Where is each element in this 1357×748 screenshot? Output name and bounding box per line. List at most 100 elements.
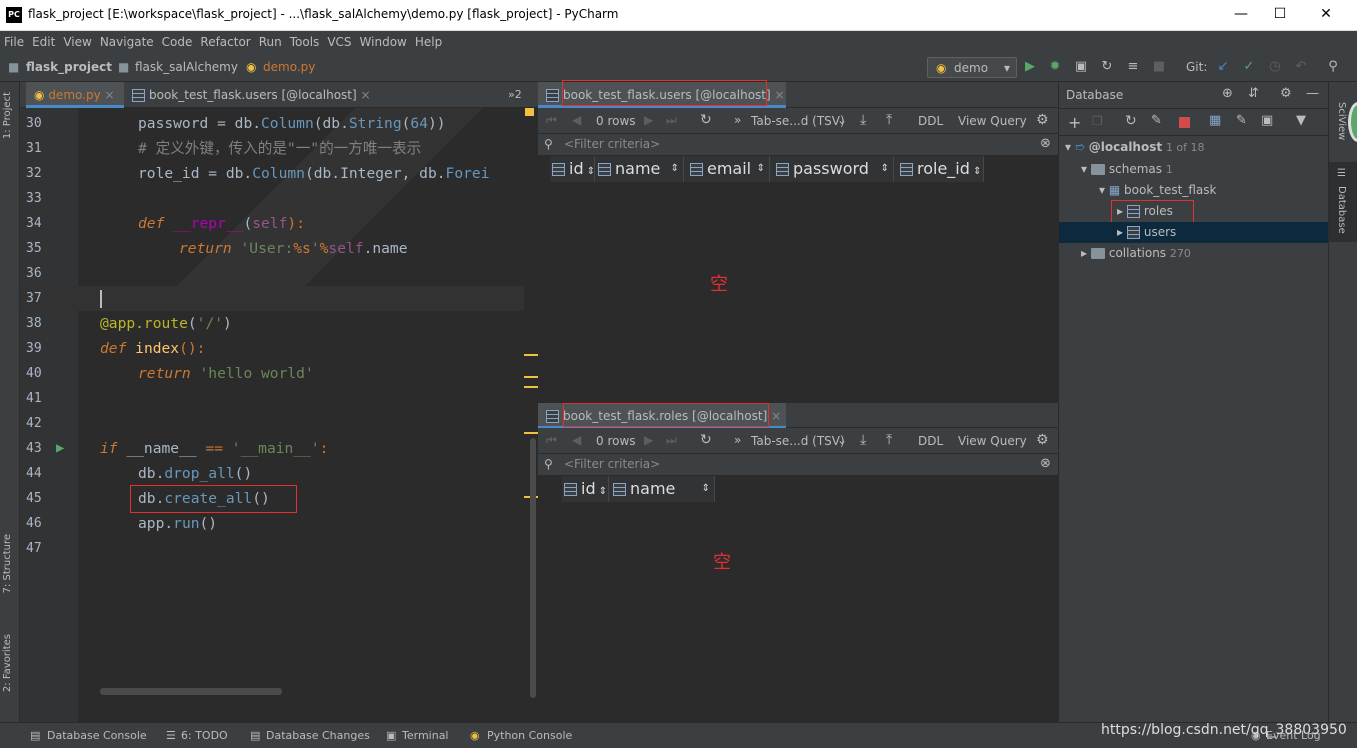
tree-node-roles[interactable]: ▸ roles <box>1117 204 1173 218</box>
stop-icon[interactable] <box>1179 117 1190 128</box>
column-header-name[interactable]: name ⇕ <box>595 156 684 182</box>
history-icon[interactable]: ◷ <box>1267 59 1283 75</box>
first-page-icon[interactable]: ⏮ <box>546 433 557 448</box>
prev-page-icon[interactable]: ◀ <box>572 113 581 127</box>
revert-icon[interactable]: ↶ <box>1293 59 1309 75</box>
database-tool-tab[interactable]: Database <box>1336 186 1347 234</box>
close-icon[interactable]: × <box>775 88 785 102</box>
horizontal-scrollbar[interactable] <box>100 688 282 695</box>
filter-input[interactable]: <Filter criteria> <box>564 457 660 471</box>
refresh-icon[interactable]: ↻ <box>700 112 712 128</box>
database-console-tab[interactable]: Database Console <box>47 729 147 742</box>
profile-icon[interactable]: ↻ <box>1099 59 1115 75</box>
menu-code[interactable]: Code <box>158 31 197 53</box>
clear-filter-icon[interactable]: ⊗ <box>1040 136 1051 151</box>
terminal-tab[interactable]: Terminal <box>402 729 449 742</box>
menu-file[interactable]: File <box>0 31 28 53</box>
marker[interactable] <box>524 354 538 356</box>
inspection-indicator[interactable] <box>525 108 534 116</box>
breadcrumb-file[interactable]: demo.py <box>263 60 315 74</box>
debug-icon[interactable]: ✹ <box>1047 59 1063 75</box>
row-count[interactable]: 0 rows <box>596 434 636 448</box>
maximize-icon[interactable]: ☐ <box>1270 6 1290 22</box>
vertical-scrollbar[interactable] <box>530 438 536 698</box>
coverage-icon[interactable]: ▣ <box>1073 59 1089 75</box>
menu-help[interactable]: Help <box>411 31 446 53</box>
column-header-name[interactable]: name ⇕ <box>609 476 715 502</box>
ddl-button[interactable]: DDL <box>918 114 943 128</box>
console-icon[interactable]: ▣ <box>1261 113 1273 128</box>
last-page-icon[interactable]: ⏭ <box>666 433 677 448</box>
next-page-icon[interactable]: ▶ <box>644 113 653 127</box>
tree-node-localhost[interactable]: ▾ ➱ @localhost 1 of 18 <box>1065 140 1205 154</box>
table-icon[interactable]: ▦ <box>1209 113 1221 128</box>
run-icon[interactable]: ▶ <box>1022 59 1038 75</box>
download-icon[interactable]: ⤓ <box>860 432 866 448</box>
sciview-tool-tab[interactable]: SciView <box>1336 102 1347 140</box>
column-header-id[interactable]: id ⇕ <box>562 476 609 502</box>
next-page-icon[interactable]: ▶ <box>644 433 653 447</box>
close-icon[interactable]: × <box>105 88 115 102</box>
users-grid[interactable]: id ⇕ name ⇕ email ⇕ password ⇕ role_id ⇕… <box>538 156 1058 402</box>
menu-vcs[interactable]: VCS <box>323 31 355 53</box>
menu-navigate[interactable]: Navigate <box>96 31 158 53</box>
column-header-id[interactable]: id ⇕ <box>550 156 595 182</box>
menu-refactor[interactable]: Refactor <box>196 31 254 53</box>
project-tool-tab[interactable]: 1: Project <box>2 92 13 139</box>
clear-filter-icon[interactable]: ⊗ <box>1040 456 1051 471</box>
tree-node-schemas[interactable]: ▾ schemas 1 <box>1081 162 1173 176</box>
last-page-icon[interactable]: ⏭ <box>666 113 677 128</box>
hide-icon[interactable]: — <box>1306 86 1319 101</box>
tree-node-users[interactable]: ▸ users <box>1117 225 1176 239</box>
update-badge[interactable] <box>1348 102 1357 142</box>
close-icon[interactable]: × <box>771 409 781 423</box>
filter-icon[interactable]: ▼ <box>1296 113 1306 128</box>
edit-icon[interactable]: ✎ <box>1236 113 1247 128</box>
gear-icon[interactable]: ⚙ <box>1036 432 1049 448</box>
refresh-icon[interactable]: ↻ <box>1125 113 1137 129</box>
favorites-tool-tab[interactable]: 2: Favorites <box>2 634 13 692</box>
roles-grid[interactable]: id ⇕ name ⇕ 空 <box>538 476 1058 722</box>
schema-icon[interactable]: ✎ <box>1151 113 1162 128</box>
todo-tab[interactable]: 6: TODO <box>181 729 228 742</box>
row-count[interactable]: 0 rows <box>596 114 636 128</box>
menu-window[interactable]: Window <box>356 31 411 53</box>
column-header-password[interactable]: password ⇕ <box>770 156 894 182</box>
breadcrumb-folder[interactable]: flask_salAlchemy <box>135 60 238 74</box>
python-console-tab[interactable]: Python Console <box>487 729 572 742</box>
menu-tools[interactable]: Tools <box>286 31 324 53</box>
tab-demo-py[interactable]: ◉ demo.py × <box>26 82 124 108</box>
tree-node-schema[interactable]: ▾ ▦ book_test_flask <box>1099 183 1216 197</box>
export-format-select[interactable]: Tab-se...d (TSV) <box>751 434 845 448</box>
upload-icon[interactable]: ⤒ <box>886 112 892 128</box>
stop-icon[interactable]: ■ <box>1151 59 1167 75</box>
view-query-button[interactable]: View Query <box>958 114 1027 128</box>
tab-users-table[interactable]: book_test_flask.users [@localhost] × <box>124 82 379 108</box>
close-icon[interactable]: × <box>361 88 371 102</box>
prev-page-icon[interactable]: ◀ <box>572 433 581 447</box>
minimize-icon[interactable]: — <box>1231 6 1251 22</box>
menu-run[interactable]: Run <box>255 31 286 53</box>
duplicate-icon[interactable]: ❐ <box>1092 114 1103 128</box>
add-icon[interactable]: + <box>1068 113 1081 132</box>
search-icon[interactable]: ⚲ <box>1325 59 1341 75</box>
tree-node-collations[interactable]: ▸ collations 270 <box>1081 246 1191 260</box>
code-editor[interactable]: 30 password = db.Column(db.String(64)) 31… <box>20 108 538 722</box>
tabs-overflow[interactable]: »2 <box>508 88 522 101</box>
concurrency-icon[interactable]: ≡ <box>1125 59 1141 75</box>
menu-view[interactable]: View <box>59 31 95 53</box>
column-header-email[interactable]: email ⇕ <box>684 156 770 182</box>
close-icon[interactable]: ✕ <box>1316 6 1336 22</box>
collapse-icon[interactable]: ⇵ <box>1248 86 1259 101</box>
git-commit-icon[interactable]: ✓ <box>1241 59 1257 75</box>
menu-edit[interactable]: Edit <box>28 31 59 53</box>
git-update-icon[interactable]: ↙ <box>1215 59 1231 75</box>
gear-icon[interactable]: ⚙ <box>1036 112 1049 128</box>
marker[interactable] <box>524 432 538 434</box>
first-page-icon[interactable]: ⏮ <box>546 113 557 128</box>
ddl-button[interactable]: DDL <box>918 434 943 448</box>
structure-tool-tab[interactable]: 7: Structure <box>2 534 13 593</box>
export-format-select[interactable]: Tab-se...d (TSV) <box>751 114 845 128</box>
gear-icon[interactable]: ⚙ <box>1280 86 1292 101</box>
refresh-icon[interactable]: ↻ <box>700 432 712 448</box>
